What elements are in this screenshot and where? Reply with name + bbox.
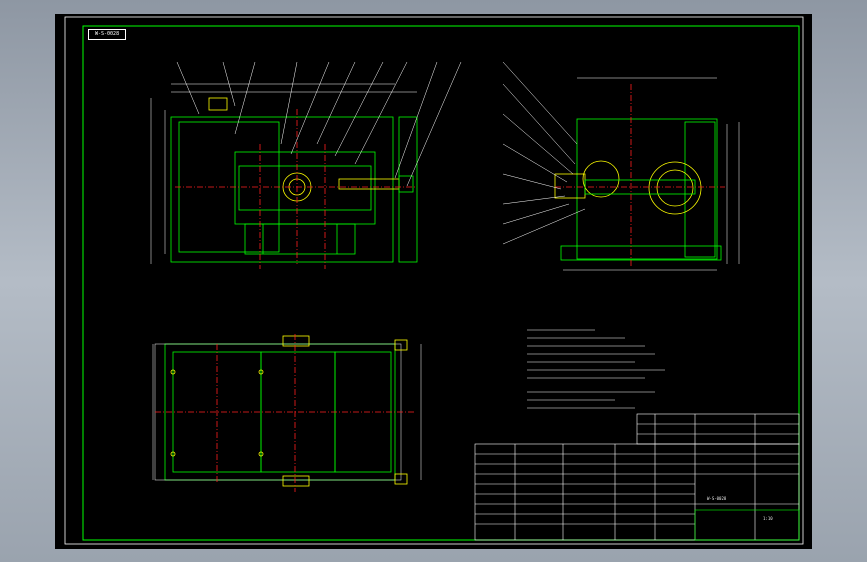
- drawing-sheet: W-S-0028 W-S-0028 1:10: [55, 14, 812, 549]
- top-view: [152, 334, 422, 492]
- drawing-number: W-S-0028: [707, 496, 727, 501]
- outer-border: [64, 16, 804, 545]
- cad-drawing: W-S-0028 1:10: [64, 16, 804, 545]
- drawing-scale: 1:10: [763, 516, 773, 521]
- technical-notes: [527, 329, 665, 409]
- front-view: [150, 61, 462, 269]
- side-view: [502, 61, 740, 271]
- bill-of-materials: [474, 413, 800, 541]
- inner-frame: [82, 25, 800, 541]
